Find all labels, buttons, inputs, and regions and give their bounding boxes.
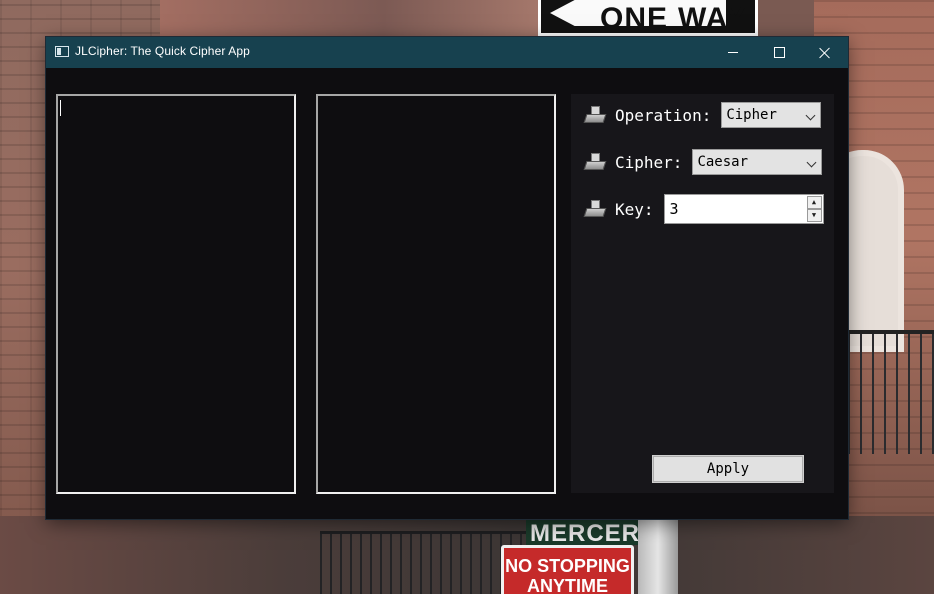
chevron-down-icon[interactable] — [805, 110, 816, 121]
maximize-icon — [773, 47, 785, 58]
operation-dropdown[interactable]: Cipher — [721, 102, 822, 128]
settings-panel: Operation: Cipher Cipher: Caesar Key: 3 … — [571, 94, 834, 493]
one-way-sign-text: ONE — [600, 2, 669, 35]
output-text-area[interactable] — [316, 94, 556, 494]
chevron-down-icon[interactable] — [806, 157, 817, 168]
cipher-label: Cipher: — [615, 152, 683, 172]
text-caret — [60, 100, 61, 116]
street-name-sign: MERCER ST — [526, 517, 644, 545]
key-row: Key: 3 ▲ ▼ — [583, 194, 824, 224]
minimize-icon — [728, 52, 738, 53]
no-stopping-sign: NO STOPPING ANYTIME — [501, 545, 634, 594]
title-bar[interactable]: JLCipher: The Quick Cipher App — [46, 37, 848, 68]
operation-row: Operation: Cipher — [583, 101, 822, 129]
key-label: Key: — [615, 199, 654, 219]
operation-dropdown-value: Cipher — [726, 107, 777, 123]
app-window-icon[interactable] — [55, 46, 69, 57]
cipher-row: Cipher: Caesar — [583, 148, 823, 176]
spin-up-button[interactable]: ▲ — [806, 196, 822, 209]
keyboard-icon — [583, 106, 607, 124]
keyboard-icon — [583, 200, 607, 218]
app-window: JLCipher: The Quick Cipher App Operation… — [46, 37, 848, 519]
background-pole — [638, 514, 678, 594]
close-icon — [819, 47, 831, 59]
spin-down-button[interactable]: ▼ — [806, 209, 822, 222]
one-way-sign-text-right: WAY — [678, 2, 747, 35]
operation-label: Operation: — [615, 105, 712, 125]
close-button[interactable] — [802, 37, 848, 68]
window-client-area: Operation: Cipher Cipher: Caesar Key: 3 … — [46, 68, 848, 519]
minimize-button[interactable] — [710, 37, 756, 68]
keyboard-icon — [583, 153, 607, 171]
key-spinbox-value: 3 — [669, 200, 679, 218]
apply-button[interactable]: Apply — [652, 455, 804, 483]
cipher-dropdown[interactable]: Caesar — [692, 149, 823, 175]
maximize-button[interactable] — [756, 37, 802, 68]
window-title: JLCipher: The Quick Cipher App — [75, 44, 250, 58]
key-spinbox[interactable]: 3 ▲ ▼ — [663, 194, 824, 224]
cipher-dropdown-value: Caesar — [697, 154, 749, 170]
key-spinbox-buttons: ▲ ▼ — [806, 196, 822, 222]
input-text-area[interactable] — [56, 94, 296, 494]
